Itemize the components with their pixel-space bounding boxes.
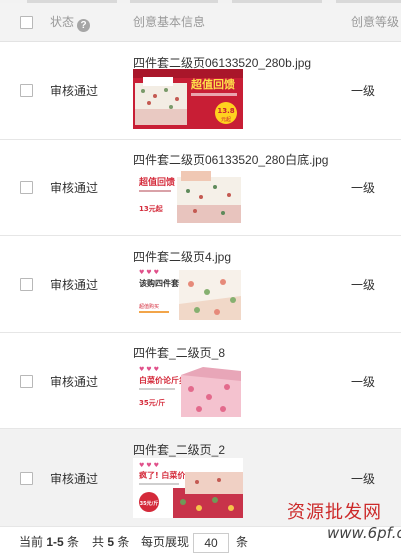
creative-thumbnail[interactable]: ♥ ♥ ♥ 疯了! 白菜价 35元/斤 [133,458,243,518]
row-level: 一级 [351,84,376,98]
thumb-price: 35元/斤 [139,398,165,407]
creative-level-column-header: 创意等级 [351,15,400,29]
creative-name: 四件套二级页06133520_280白底.jpg [133,153,329,167]
thumb-price: 13元起 [139,204,164,213]
status-header-label: 状态 [50,15,75,29]
total-count-value: 5 [107,535,115,549]
creative-thumbnail[interactable]: ♥ ♥ ♥ 该购四件套了 超值购买 [133,264,243,324]
row-checkbox[interactable] [20,84,33,97]
table-row: 审核通过 四件套二级页06133520_280b.jpg 超值回馈 13.8 元… [0,42,401,140]
row-status: 审核通过 [50,84,99,98]
table-row: 审核通过 四件套二级页06133520_280白底.jpg 超值回馈 13元起 … [0,140,401,236]
row-checkbox[interactable] [20,472,33,485]
total-suffix: 条 [117,535,130,549]
row-status: 审核通过 [50,181,99,195]
current-suffix: 条 [67,535,80,549]
row-level: 一级 [351,278,376,292]
help-icon[interactable]: ? [77,19,91,32]
row-level: 一级 [351,375,376,389]
creative-thumbnail[interactable]: 超值回馈 13元起 [133,167,243,227]
page-size-label: 每页展现 [141,535,190,549]
creative-name: 四件套二级页4.jpg [133,250,232,264]
total-prefix: 共 [92,535,105,549]
total-count: 共 5 条 [92,527,129,557]
page-size-suffix: 条 [236,535,249,549]
thumb-price: 35元/斤 [140,500,159,507]
thumb-headline: 超值回馈 [138,176,175,188]
svg-text:♥ ♥ ♥: ♥ ♥ ♥ [139,366,159,373]
row-checkbox[interactable] [20,181,33,194]
pagination-bar: 当前 1-5 条 共 5 条 每页展现 条 [0,527,401,557]
row-checkbox[interactable] [20,375,33,388]
row-level: 一级 [351,472,376,486]
table-header: 状态? 创意基本信息 创意等级 [0,3,401,42]
row-status: 审核通过 [50,278,99,292]
select-all-checkbox[interactable] [20,16,33,29]
row-status: 审核通过 [50,472,99,486]
page-size-input[interactable] [193,533,229,553]
table-row: 审核通过 四件套二级页4.jpg ♥ ♥ ♥ 该购四件套了 超值购买 一级 [0,236,401,333]
svg-text:♥ ♥ ♥: ♥ ♥ ♥ [139,269,159,276]
creative-thumbnail[interactable]: ♥ ♥ ♥ 白菜价论斤卖! 35元/斤 [133,361,243,421]
thumb-subline: 超值购买 [139,303,159,310]
row-checkbox[interactable] [20,278,33,291]
svg-text:♥ ♥ ♥: ♥ ♥ ♥ [139,462,159,469]
row-level: 一级 [351,181,376,195]
creative-info-column-header: 创意基本信息 [133,15,206,29]
current-prefix: 当前 [19,535,44,549]
thumb-price: 13.8 [217,107,234,115]
table-row: 审核通过 四件套_二级页_2 ♥ ♥ ♥ 疯了! 白菜价 35元/斤 一级 [0,429,401,527]
creative-thumbnail[interactable]: 超值回馈 13.8 元起 [133,69,243,129]
current-range: 当前 1-5 条 [19,527,79,557]
thumb-headline: 疯了! 白菜价 [139,470,186,480]
table-row: 审核通过 四件套_二级页_8 ♥ ♥ ♥ 白菜价论斤卖! 35元/斤 一级 [0,333,401,429]
row-status: 审核通过 [50,375,99,389]
thumb-headline: 超值回馈 [190,77,235,91]
thumb-price-unit: 元起 [221,117,231,123]
creative-name: 四件套_二级页_2 [133,443,226,457]
current-range-value: 1-5 [46,535,64,549]
status-column-header: 状态? [50,3,91,41]
creative-name: 四件套_二级页_8 [133,346,226,360]
